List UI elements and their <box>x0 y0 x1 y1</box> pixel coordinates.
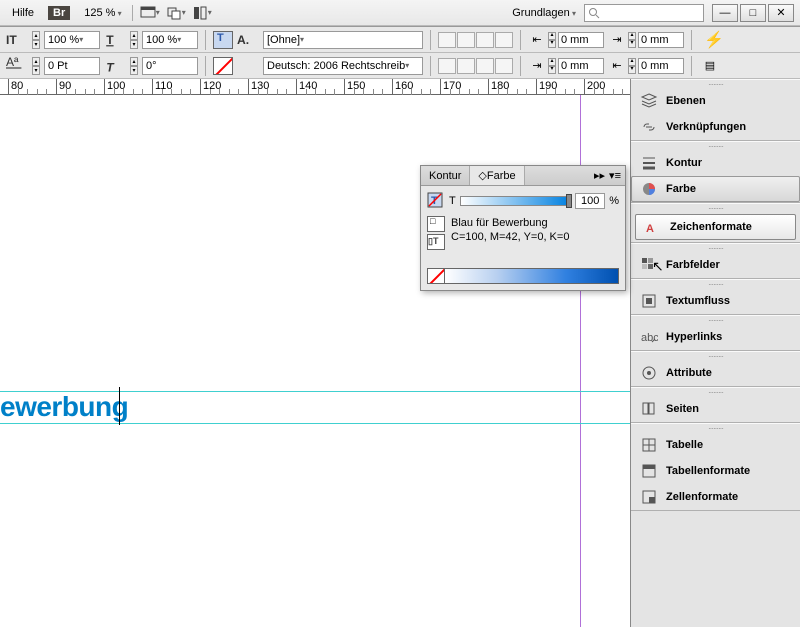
panel-tabellenformate[interactable]: Tabellenformate <box>631 458 800 484</box>
skew-input[interactable]: 0° <box>142 57 198 75</box>
char-styles-icon: A <box>644 218 662 236</box>
language-input[interactable]: Deutsch: 2006 Rechtschreib <box>263 57 423 75</box>
document-text[interactable]: ewerbung <box>0 391 128 423</box>
title-bar: Hilfe Br 125 % Grundlagen — □ ✕ <box>0 0 800 26</box>
panel-menu-icon[interactable]: ▾≡ <box>609 169 621 182</box>
para-justify-group[interactable] <box>438 58 513 74</box>
vscale-input[interactable]: 100 % <box>142 31 198 49</box>
swatches-icon <box>640 256 658 274</box>
menu-help[interactable]: Hilfe <box>6 5 40 21</box>
fill-swatch[interactable] <box>213 31 233 49</box>
panel-seiten[interactable]: Seiten <box>631 396 800 422</box>
minimize-button[interactable]: — <box>712 4 738 22</box>
panel-verknuepfungen[interactable]: Verknüpfungen <box>631 114 800 140</box>
layers-icon <box>640 92 658 110</box>
baseline-icon: Aª <box>6 56 28 76</box>
panel-farbfelder[interactable]: Farbfelder <box>631 252 800 278</box>
swatch-definition: C=100, M=42, Y=0, K=0 <box>451 230 569 244</box>
hscale-input[interactable]: 100 % <box>44 31 100 49</box>
close-button[interactable]: ✕ <box>768 4 794 22</box>
view-options-icon[interactable] <box>191 3 213 23</box>
stroke-icon <box>640 154 658 172</box>
panel-zeichenformate[interactable]: AZeichenformate <box>635 214 796 240</box>
svg-text:IT: IT <box>6 33 17 47</box>
vscale-icon: T <box>104 30 126 50</box>
space-before-input[interactable]: 0 mm <box>638 58 684 74</box>
panel-tabelle[interactable]: Tabelle <box>631 432 800 458</box>
bridge-badge[interactable]: Br <box>48 6 70 20</box>
options-bar-row1: IT ▴▾ 100 % T ▴▾ 100 % A. [Ohne] ⇤▴▾0 mm… <box>0 27 800 53</box>
panel-zellenformate[interactable]: Zellenformate <box>631 484 800 510</box>
options-menu-icon[interactable]: ▤ <box>699 56 721 76</box>
panel-dock: Ebenen Verknüpfungen Kontur Farbe AZeich… <box>630 79 800 627</box>
panel-attribute[interactable]: Attribute <box>631 360 800 386</box>
panel-hyperlinks[interactable]: abcHyperlinks <box>631 324 800 350</box>
tint-value[interactable]: 100 <box>575 193 605 209</box>
slider-label: T <box>449 195 456 207</box>
panel-textumfluss[interactable]: Textumfluss <box>631 288 800 314</box>
workspace-switcher[interactable]: Grundlagen <box>512 7 576 19</box>
maximize-button[interactable]: □ <box>740 4 766 22</box>
skew-icon: T <box>104 56 126 76</box>
panel-kontur[interactable]: Kontur <box>631 150 800 176</box>
fill-proxy-icon[interactable]: T <box>427 192 445 210</box>
indent-first-icon: ⇥ <box>608 31 626 49</box>
options-bar-row2: Aª ▴▾ 0 Pt T ▴▾ 0° Deutsch: 2006 Rechtsc… <box>0 53 800 79</box>
horizontal-ruler[interactable]: 8090100110120130140150160170180190200 <box>0 79 630 95</box>
color-icon <box>640 180 658 198</box>
document-canvas[interactable]: 8090100110120130140150160170180190200 ew… <box>0 79 630 627</box>
char-style-input[interactable]: [Ohne] <box>263 31 423 49</box>
indent-left-icon: ⇤ <box>528 31 546 49</box>
svg-text:A: A <box>646 223 654 235</box>
color-panel-popup[interactable]: Kontur ◇ Farbe ▸▸▾≡ T T 100 % □ ▯T Blau … <box>420 165 626 291</box>
tab-kontur[interactable]: Kontur <box>421 166 470 185</box>
panel-ebenen[interactable]: Ebenen <box>631 88 800 114</box>
swatch-name: Blau für Bewerbung <box>451 216 569 230</box>
para-align-group[interactable] <box>438 32 513 48</box>
quick-apply-icon[interactable]: ⚡ <box>699 30 729 50</box>
tint-slider[interactable] <box>460 196 571 206</box>
table-styles-icon <box>640 462 658 480</box>
search-input[interactable] <box>584 4 704 22</box>
baseline-input[interactable]: 0 Pt <box>44 57 100 75</box>
svg-text:T: T <box>106 33 114 47</box>
indent-right-icon: ⇥ <box>528 57 546 75</box>
svg-text:abc: abc <box>641 332 658 344</box>
spectrum-bar[interactable] <box>427 268 619 284</box>
cell-styles-icon <box>640 488 658 506</box>
tab-farbe[interactable]: ◇ Farbe <box>470 166 524 185</box>
hscale-icon: IT <box>6 30 28 50</box>
attributes-icon <box>640 364 658 382</box>
horizontal-guide[interactable] <box>0 423 630 424</box>
screen-mode-icon[interactable] <box>139 3 161 23</box>
table-icon <box>640 436 658 454</box>
text-wrap-icon <box>640 292 658 310</box>
zoom-level[interactable]: 125 % <box>84 7 121 19</box>
stroke-swatch[interactable] <box>213 57 233 75</box>
text-cursor <box>119 387 120 425</box>
svg-text:A.: A. <box>237 33 249 47</box>
panel-farbe[interactable]: Farbe <box>631 176 800 202</box>
none-swatch[interactable] <box>427 268 445 284</box>
links-icon <box>640 118 658 136</box>
indent-right-input[interactable]: 0 mm <box>558 58 604 74</box>
arrange-icon[interactable] <box>165 3 187 23</box>
indent-left-input[interactable]: 0 mm <box>558 32 604 48</box>
svg-text:T: T <box>106 60 115 74</box>
hyperlinks-icon: abc <box>640 328 658 346</box>
char-style-icon: A. <box>237 30 259 50</box>
space-before-icon: ⇤ <box>608 57 626 75</box>
collapse-icon[interactable]: ▸▸ <box>594 169 605 182</box>
indent-first-input[interactable]: 0 mm <box>638 32 684 48</box>
svg-text:Aª: Aª <box>6 57 19 69</box>
pages-icon <box>640 400 658 418</box>
